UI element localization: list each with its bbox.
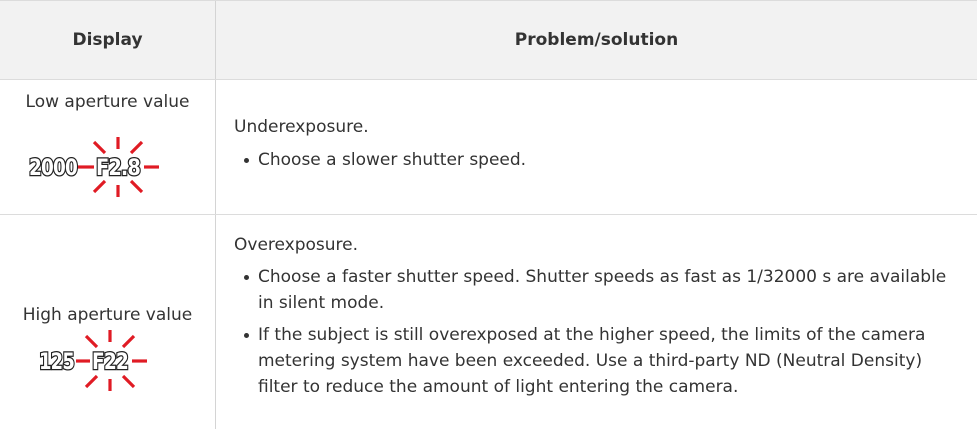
problem-solution-cell: Overexposure. Choose a faster shutter sp…: [216, 215, 977, 429]
blinking-aperture-display: 2000 F2.8: [28, 137, 159, 197]
table-header-row: Display Problem/solution: [0, 0, 977, 80]
shutter-speed-readout: 2000: [29, 156, 78, 181]
problem-solution-cell: Underexposure. Choose a slower shutter s…: [216, 80, 977, 214]
display-label: High aperture value: [22, 305, 193, 325]
column-header-display: Display: [72, 30, 143, 50]
aperture-readout: F22: [92, 350, 128, 375]
table-row: Low aperture value 2000 F2.8 Underexposu…: [0, 80, 977, 215]
display-cell: High aperture value 125 F22: [0, 215, 215, 429]
blinking-aperture-display: 125 F22: [38, 330, 147, 391]
column-divider: [215, 1, 216, 79]
list-item: If the subject is still overexposed at t…: [244, 322, 957, 400]
shutter-speed-readout: 125: [39, 350, 74, 375]
solution-list: Choose a slower shutter speed.: [244, 147, 957, 179]
problem-description: Underexposure.: [234, 117, 369, 137]
list-item: Choose a slower shutter speed.: [244, 147, 957, 173]
display-label: Low aperture value: [25, 92, 190, 112]
column-header-problem-solution: Problem/solution: [514, 30, 679, 50]
list-item: Choose a faster shutter speed. Shutter s…: [244, 264, 957, 316]
solution-list: Choose a faster shutter speed. Shutter s…: [244, 264, 957, 406]
table-row: High aperture value 125 F22 Overexposure…: [0, 215, 977, 429]
display-cell: Low aperture value 2000 F2.8: [0, 80, 215, 214]
aperture-readout: F2.8: [96, 156, 140, 181]
problem-description: Overexposure.: [234, 235, 359, 255]
